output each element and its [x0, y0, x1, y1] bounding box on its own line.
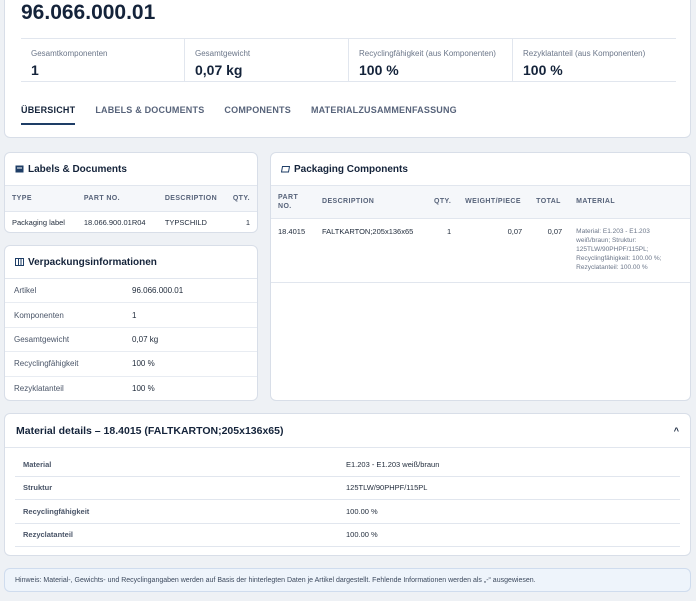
- document-icon: [15, 165, 24, 173]
- table-row[interactable]: 18.4015 FALTKARTON;205x136x65 1 0,07 0,0…: [271, 218, 690, 283]
- cell-type: Packaging label: [12, 217, 65, 227]
- column-header-qty: QTY.: [225, 186, 257, 212]
- info-row-recycled-content: Rezyklatanteil 100 %: [5, 377, 257, 400]
- detail-row-structure: Struktur 125TLW/90PHPF/115PL: [15, 477, 680, 500]
- stat-label: Gesamtkomponenten: [31, 49, 108, 58]
- panel-title: Packaging Components: [294, 163, 408, 175]
- stat-value: 0,07 kg: [195, 62, 243, 78]
- labels-table: TYPE PART NO. DESCRIPTION QTY. Packaging…: [5, 186, 257, 232]
- info-row-total-weight: Gesamtgewicht 0,07 kg: [5, 328, 257, 353]
- info-value: 96.066.000.01: [132, 286, 184, 296]
- details-header[interactable]: Material details – 18.4015 (FALTKARTON;2…: [5, 414, 690, 448]
- cell-qty: 1: [245, 217, 250, 227]
- cell-material: Material: E1.203 - E1.203 weiß/braun; St…: [569, 218, 690, 283]
- detail-value: 100.00 %: [346, 530, 378, 540]
- hint-text: Hinweis: Material-, Gewichts- und Recycl…: [15, 577, 536, 584]
- stat-label: Rezyklatanteil (aus Komponenten): [523, 49, 646, 58]
- stats-bar: Gesamtkomponenten 1 Gesamtgewicht 0,07 k…: [21, 38, 676, 82]
- table-header-row: PART NO. DESCRIPTION QTY. WEIGHT/PIECE T…: [271, 186, 690, 219]
- column-header-qty: QTY.: [427, 186, 459, 219]
- details-list: Material E1.203 - E1.203 weiß/braun Stru…: [5, 448, 690, 547]
- material-details-panel: Material details – 18.4015 (FALTKARTON;2…: [4, 413, 691, 556]
- labels-documents-panel: Labels & Documents TYPE PART NO. DESCRIP…: [4, 152, 258, 233]
- stat-label: Gesamtgewicht: [195, 49, 251, 58]
- detail-key: Recyclingfähigkeit: [23, 506, 90, 516]
- cell-qty: 1: [427, 218, 459, 283]
- info-key: Rezyklatanteil: [14, 384, 64, 394]
- chevron-up-icon[interactable]: ^: [674, 426, 679, 436]
- column-header-part-no: PART NO.: [76, 186, 158, 212]
- info-list: Artikel 96.066.000.01 Komponenten 1 Gesa…: [5, 279, 257, 400]
- details-title: Material details – 18.4015 (FALTKARTON;2…: [16, 424, 284, 437]
- column-header-description: DESCRIPTION: [157, 186, 226, 212]
- summary-card: 96.066.000.01 Gesamtkomponenten 1 Gesamt…: [4, 0, 691, 138]
- cell-description: TYPSCHILD: [164, 217, 207, 227]
- detail-key: Material: [23, 459, 52, 469]
- stat-total-weight: Gesamtgewicht 0,07 kg: [185, 39, 349, 81]
- box-icon: [281, 166, 290, 173]
- tab-components[interactable]: COMPONENTS: [224, 105, 291, 125]
- packaging-components-panel: Packaging Components PART NO. DESCRIPTIO…: [270, 152, 691, 401]
- detail-row-material: Material E1.203 - E1.203 weiß/braun: [15, 453, 680, 477]
- panel-header: Labels & Documents: [5, 153, 257, 186]
- detail-row-recyclability: Recyclingfähigkeit 100.00 %: [15, 500, 680, 524]
- info-value: 100 %: [132, 384, 155, 394]
- column-header-description: DESCRIPTION: [315, 186, 427, 219]
- tab-material-summary[interactable]: MATERIALZUSAMMENFASSUNG: [311, 105, 457, 125]
- columns-icon: [15, 258, 24, 266]
- detail-row-recycled-content: Rezyclatanteil 100.00 %: [15, 524, 680, 547]
- cell-description: FALTKARTON;205x136x65: [315, 218, 427, 283]
- info-value: 100 %: [132, 359, 155, 369]
- info-key: Gesamtgewicht: [14, 334, 70, 344]
- panel-title: Verpackungsinformationen: [28, 256, 157, 268]
- table-row[interactable]: Packaging label 18.066.900.01R04 TYPSCHI…: [5, 211, 257, 232]
- hint-box: Hinweis: Material-, Gewichts- und Recycl…: [4, 568, 691, 592]
- info-value: 1: [132, 310, 137, 320]
- stat-value: 1: [31, 62, 39, 78]
- info-row-components: Komponenten 1: [5, 303, 257, 328]
- column-header-type: TYPE: [5, 186, 77, 212]
- tab-bar: ÜBERSICHT LABELS & DOCUMENTS COMPONENTS …: [21, 105, 477, 125]
- detail-value: 125TLW/90PHPF/115PL: [346, 483, 428, 493]
- info-value: 0,07 kg: [132, 334, 159, 344]
- column-header-total: TOTAL: [529, 186, 570, 219]
- stat-recyclability: Recyclingfähigkeit (aus Komponenten) 100…: [349, 39, 513, 81]
- panel-header: Verpackungsinformationen: [5, 246, 257, 279]
- stat-total-components: Gesamtkomponenten 1: [21, 39, 185, 81]
- column-header-material: MATERIAL: [569, 186, 690, 219]
- detail-key: Struktur: [23, 483, 53, 493]
- panel-title: Labels & Documents: [28, 163, 127, 175]
- page-title: 96.066.000.01: [21, 1, 156, 24]
- stat-value: 100 %: [523, 62, 563, 78]
- panel-header: Packaging Components: [271, 153, 690, 186]
- tab-overview[interactable]: ÜBERSICHT: [21, 105, 76, 125]
- cell-part-no: 18.066.900.01R04: [83, 217, 146, 227]
- info-key: Komponenten: [14, 310, 64, 320]
- cell-total: 0,07: [529, 218, 570, 283]
- column-header-weight: WEIGHT/PIECE: [458, 186, 530, 219]
- components-table: PART NO. DESCRIPTION QTY. WEIGHT/PIECE T…: [271, 186, 690, 283]
- info-row-article: Artikel 96.066.000.01: [5, 279, 257, 304]
- detail-value: E1.203 - E1.203 weiß/braun: [346, 459, 440, 469]
- stat-value: 100 %: [359, 62, 399, 78]
- table-header-row: TYPE PART NO. DESCRIPTION QTY.: [5, 186, 257, 212]
- packaging-info-panel: Verpackungsinformationen Artikel 96.066.…: [4, 245, 258, 401]
- detail-key: Rezyclatanteil: [23, 530, 74, 540]
- tab-labels-documents[interactable]: LABELS & DOCUMENTS: [95, 105, 204, 125]
- column-header-part-no: PART NO.: [271, 186, 315, 219]
- detail-value: 100.00 %: [346, 506, 378, 516]
- stat-label: Recyclingfähigkeit (aus Komponenten): [359, 49, 496, 58]
- stat-recycled-content: Rezyklatanteil (aus Komponenten) 100 %: [513, 39, 676, 81]
- info-row-recyclability: Recyclingfähigkeit 100 %: [5, 352, 257, 377]
- info-key: Recyclingfähigkeit: [14, 359, 79, 369]
- cell-part-no: 18.4015: [271, 218, 315, 283]
- info-key: Artikel: [14, 286, 37, 296]
- cell-weight: 0,07: [458, 218, 530, 283]
